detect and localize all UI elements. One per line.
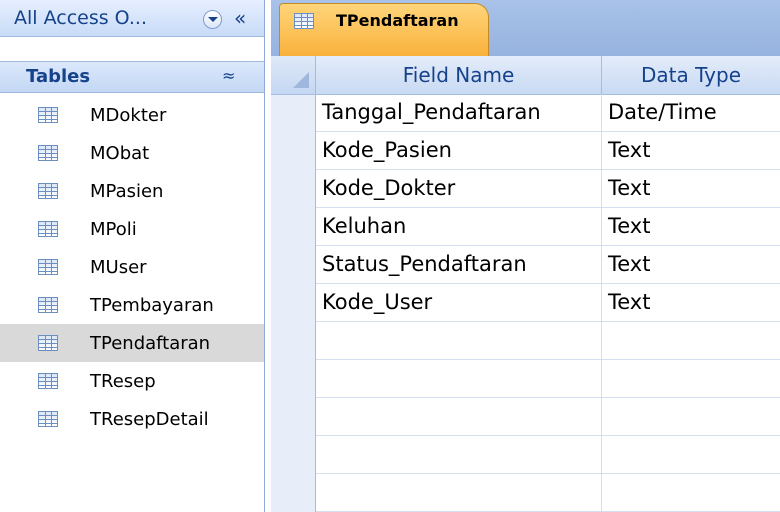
nav-item-tpendaftaran[interactable]: TPendaftaran xyxy=(0,324,264,362)
select-all-corner[interactable] xyxy=(271,56,315,95)
table-row: Status_Pendaftaran Text xyxy=(316,246,780,284)
table-icon xyxy=(38,183,58,199)
access-window: All Access O... « Tables ≈ MDokter MObat… xyxy=(0,0,780,512)
nav-item-label: MPoli xyxy=(90,219,137,240)
data-type-cell[interactable]: Date/Time xyxy=(602,94,780,132)
data-type-cell[interactable]: Text xyxy=(602,284,780,322)
field-name-cell[interactable] xyxy=(316,360,602,398)
table-icon xyxy=(38,335,58,351)
table-row: Kode_Dokter Text xyxy=(316,170,780,208)
table-row xyxy=(316,398,780,436)
nav-item-label: MObat xyxy=(90,143,150,164)
field-name-cell[interactable] xyxy=(316,398,602,436)
navigation-pane-title[interactable]: All Access O... xyxy=(14,7,147,29)
field-name-cell[interactable] xyxy=(316,322,602,360)
tab-label: TPendaftaran xyxy=(336,11,459,30)
data-type-cell[interactable]: Text xyxy=(602,246,780,284)
field-name-cell[interactable]: Kode_Pasien xyxy=(316,132,602,170)
table-icon xyxy=(38,259,58,275)
field-name-cell[interactable]: Kode_User xyxy=(316,284,602,322)
column-header-field-name[interactable]: Field Name xyxy=(316,56,602,94)
nav-item-label: TResepDetail xyxy=(90,409,209,430)
nav-item-label: MUser xyxy=(90,257,147,278)
document-tab-bar: TPendaftaran xyxy=(271,0,780,57)
table-icon xyxy=(294,13,314,29)
grid-header: Field Name Data Type xyxy=(316,56,780,95)
field-name-cell[interactable]: Tanggal_Pendaftaran xyxy=(316,94,602,132)
nav-item-label: TResep xyxy=(90,371,156,392)
nav-item-label: TPembayaran xyxy=(90,295,214,316)
table-row xyxy=(316,322,780,360)
data-type-cell[interactable]: Text xyxy=(602,208,780,246)
tab-tpendaftaran[interactable]: TPendaftaran xyxy=(279,3,489,57)
navigation-pane: All Access O... « Tables ≈ MDokter MObat… xyxy=(0,0,265,512)
table-row xyxy=(316,436,780,474)
table-row xyxy=(316,474,780,512)
nav-item-label: MDokter xyxy=(90,105,167,126)
nav-item-tresep[interactable]: TResep xyxy=(0,362,264,400)
nav-item-label: MPasien xyxy=(90,181,164,202)
table-icon xyxy=(38,373,58,389)
table-icon xyxy=(38,221,58,237)
data-type-cell[interactable] xyxy=(602,322,780,360)
data-type-cell[interactable] xyxy=(602,474,780,512)
navigation-pane-header: All Access O... « xyxy=(0,0,264,37)
chevron-down-icon[interactable] xyxy=(203,10,222,29)
nav-item-mdokter[interactable]: MDokter xyxy=(0,96,264,134)
table-row: Tanggal_Pendaftaran Date/Time xyxy=(316,94,780,132)
nav-item-label: TPendaftaran xyxy=(90,333,211,354)
table-icon xyxy=(38,107,58,123)
table-icon xyxy=(38,145,58,161)
field-name-cell[interactable]: Kode_Dokter xyxy=(316,170,602,208)
nav-item-tpembayaran[interactable]: TPembayaran xyxy=(0,286,264,324)
nav-item-mpoli[interactable]: MPoli xyxy=(0,210,264,248)
field-name-cell[interactable]: Status_Pendaftaran xyxy=(316,246,602,284)
nav-item-muser[interactable]: MUser xyxy=(0,248,264,286)
field-name-cell[interactable]: Keluhan xyxy=(316,208,602,246)
table-row: Kode_User Text xyxy=(316,284,780,322)
nav-item-mpasien[interactable]: MPasien xyxy=(0,172,264,210)
table-icon xyxy=(38,411,58,427)
data-type-cell[interactable] xyxy=(602,398,780,436)
collapse-group-icon[interactable]: ≈ xyxy=(222,66,235,85)
nav-item-mobat[interactable]: MObat xyxy=(0,134,264,172)
table-row: Keluhan Text xyxy=(316,208,780,246)
table-row xyxy=(316,360,780,398)
grid-rows: Tanggal_Pendaftaran Date/Time Kode_Pasie… xyxy=(316,94,780,512)
table-list: MDokter MObat MPasien MPoli MUser TPemba… xyxy=(0,96,264,438)
shutter-bar-close-icon[interactable]: « xyxy=(234,6,246,30)
data-type-cell[interactable]: Text xyxy=(602,132,780,170)
table-row: Kode_Pasien Text xyxy=(316,132,780,170)
table-icon xyxy=(38,297,58,313)
nav-item-treseppdetail[interactable]: TResepDetail xyxy=(0,400,264,438)
field-name-cell[interactable] xyxy=(316,436,602,474)
row-selector-column xyxy=(271,56,316,512)
group-header-tables[interactable]: Tables ≈ xyxy=(0,61,264,93)
field-name-cell[interactable] xyxy=(316,474,602,512)
group-title: Tables xyxy=(26,66,91,87)
data-type-cell[interactable] xyxy=(602,360,780,398)
data-type-cell[interactable] xyxy=(602,436,780,474)
table-design-grid: Field Name Data Type Tanggal_Pendaftaran… xyxy=(271,56,780,512)
column-header-data-type[interactable]: Data Type xyxy=(602,56,780,94)
data-type-cell[interactable]: Text xyxy=(602,170,780,208)
